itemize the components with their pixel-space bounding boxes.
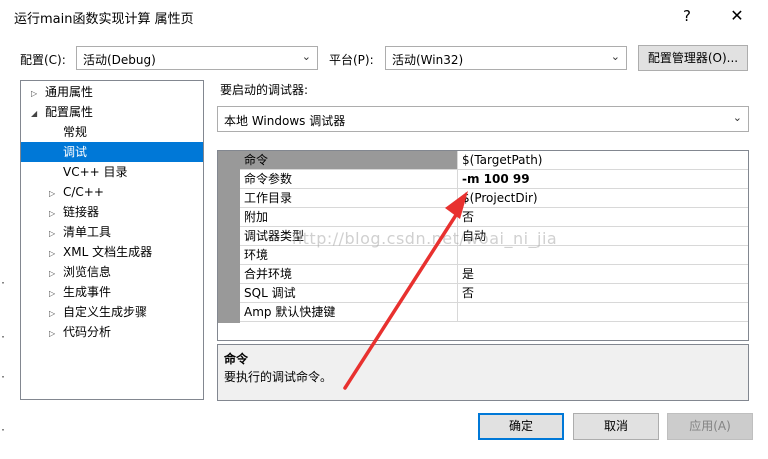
help-button[interactable]: ? [664, 0, 710, 32]
tree-item-debugging[interactable]: 调试 [21, 142, 203, 162]
close-button[interactable]: ✕ [714, 0, 760, 32]
tree-item-browse-information[interactable]: ▷ 浏览信息 [49, 262, 111, 282]
expand-icon[interactable]: ▷ [49, 184, 63, 204]
ok-button[interactable]: 确定 [478, 413, 564, 440]
tree-item-configuration-properties[interactable]: ◢ 配置属性 [31, 102, 93, 122]
property-row[interactable]: 合并环境 是 [218, 265, 748, 284]
tree-item-label: 自定义生成步骤 [63, 305, 148, 319]
description-panel: 命令 要执行的调试命令。 [217, 344, 749, 401]
property-tree: ▷ 通用属性 ◢ 配置属性 常规 调试 VC++ 目录 ▷ C/C++ ▷ 链接器 ▷ 清… [20, 80, 204, 400]
tree-item-vc-directories[interactable]: VC++ 目录 [63, 162, 128, 182]
expand-icon[interactable]: ▷ [49, 224, 63, 244]
tree-item-label: C/C++ [63, 185, 104, 199]
chevron-down-icon: ⌄ [610, 50, 620, 63]
tree-item-xml-doc-generator[interactable]: ▷ XML 文档生成器 [49, 242, 152, 262]
window-title: 运行main函数实现计算 属性页 [14, 12, 194, 27]
platform-value: 活动(Win32) [392, 53, 464, 67]
expand-icon[interactable]: ▷ [49, 264, 63, 284]
config-value: 活动(Debug) [83, 53, 156, 67]
expand-icon[interactable]: ▷ [49, 244, 63, 264]
property-row[interactable]: SQL 调试 否 [218, 284, 748, 303]
tree-item-label: 调试 [63, 145, 88, 159]
property-value[interactable]: 是 [458, 265, 748, 284]
edge-fragment: · [0, 278, 7, 289]
tree-item-label: 配置属性 [45, 105, 94, 119]
property-value[interactable]: $(TargetPath) [458, 151, 748, 170]
configuration-manager-button[interactable]: 配置管理器(O)... [638, 45, 748, 71]
platform-select[interactable]: 活动(Win32) ⌄ [385, 46, 627, 70]
tree-item-label: 常规 [63, 125, 88, 139]
tree-item-code-analysis[interactable]: ▷ 代码分析 [49, 322, 111, 342]
debugger-select[interactable]: 本地 Windows 调试器 ⌄ [217, 106, 749, 132]
tree-item-cpp[interactable]: ▷ C/C++ [49, 182, 104, 202]
property-name: 命令 [240, 151, 458, 170]
property-name: Amp 默认快捷键 [240, 303, 458, 322]
background-window-edge: · · · · [0, 32, 10, 459]
property-value[interactable] [458, 246, 748, 265]
property-name: 附加 [240, 208, 458, 227]
tree-item-label: 生成事件 [63, 285, 112, 299]
property-row[interactable]: 命令 $(TargetPath) [218, 151, 748, 170]
tree-item-linker[interactable]: ▷ 链接器 [49, 202, 99, 222]
collapse-icon[interactable]: ◢ [31, 104, 45, 124]
property-value[interactable]: 否 [458, 208, 748, 227]
debugger-label: 要启动的调试器: [220, 83, 309, 97]
tree-item-label: 通用属性 [45, 85, 94, 99]
property-name: SQL 调试 [240, 284, 458, 303]
property-row[interactable]: 命令参数 -m 100 99 [218, 170, 748, 189]
tree-item-manifest-tool[interactable]: ▷ 清单工具 [49, 222, 111, 242]
debugger-value: 本地 Windows 调试器 [224, 114, 346, 128]
expand-icon[interactable]: ▷ [31, 84, 45, 104]
property-value[interactable]: $(ProjectDir) [458, 189, 748, 208]
expand-icon[interactable]: ▷ [49, 204, 63, 224]
tree-item-label: 浏览信息 [63, 265, 112, 279]
property-name: 命令参数 [240, 170, 458, 189]
property-row[interactable]: 工作目录 $(ProjectDir) [218, 189, 748, 208]
tree-item-build-events[interactable]: ▷ 生成事件 [49, 282, 111, 302]
edge-fragment: · [0, 372, 7, 383]
property-row[interactable]: 附加 否 [218, 208, 748, 227]
tree-item-label: 清单工具 [63, 225, 112, 239]
property-value[interactable] [458, 303, 748, 322]
expand-icon[interactable]: ▷ [49, 284, 63, 304]
config-label: 配置(C): [20, 53, 66, 67]
edge-fragment: · [0, 332, 7, 343]
expand-icon[interactable]: ▷ [49, 324, 63, 344]
tree-item-label: XML 文档生成器 [63, 245, 153, 259]
expand-icon[interactable]: ▷ [49, 304, 63, 324]
edge-fragment: · [0, 425, 7, 436]
property-value[interactable]: 否 [458, 284, 748, 303]
property-name: 合并环境 [240, 265, 458, 284]
tree-item-label: VC++ 目录 [63, 165, 128, 179]
chevron-down-icon: ⌄ [732, 111, 742, 124]
platform-label: 平台(P): [329, 53, 374, 67]
tree-item-custom-build-step[interactable]: ▷ 自定义生成步骤 [49, 302, 147, 322]
tree-item-general[interactable]: 常规 [63, 122, 87, 142]
description-title: 命令 [224, 352, 249, 366]
property-name: 环境 [240, 246, 458, 265]
cancel-button[interactable]: 取消 [573, 413, 659, 440]
property-row[interactable]: 环境 [218, 246, 748, 265]
tree-item-common-properties[interactable]: ▷ 通用属性 [31, 82, 93, 102]
config-select[interactable]: 活动(Debug) ⌄ [76, 46, 318, 70]
description-text: 要执行的调试命令。 [224, 370, 333, 384]
property-row[interactable]: Amp 默认快捷键 [218, 303, 748, 322]
apply-button[interactable]: 应用(A) [667, 413, 753, 440]
tree-item-label: 链接器 [63, 205, 100, 219]
title-bar: 运行main函数实现计算 属性页 ? ✕ [0, 0, 768, 32]
property-name: 工作目录 [240, 189, 458, 208]
chevron-down-icon: ⌄ [301, 50, 311, 63]
property-value[interactable]: -m 100 99 [458, 170, 748, 189]
watermark: http://blog.csdn.net/woai_ni_jia [292, 229, 558, 248]
tree-item-label: 代码分析 [63, 325, 112, 339]
